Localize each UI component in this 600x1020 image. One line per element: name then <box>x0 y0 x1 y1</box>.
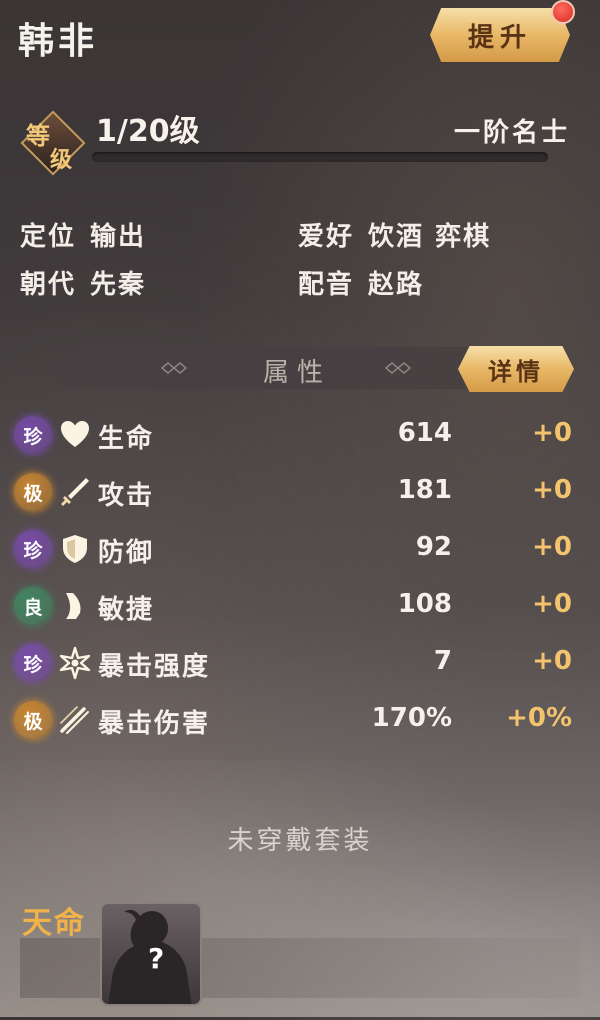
stat-row-crit-damage: 极 暴击伤害 170% +0% <box>0 695 600 745</box>
stat-label: 暴击强度 <box>98 652 211 682</box>
stat-value: 170% <box>371 703 452 733</box>
sword-icon <box>61 478 89 506</box>
stat-value: 108 <box>397 589 452 619</box>
info-role: 定位 输出 <box>20 216 146 253</box>
stat-row-crit-strength: 珍 暴击强度 7 +0 <box>0 638 600 688</box>
info-dynasty: 朝代 先秦 <box>20 264 146 301</box>
stat-bonus: +0 <box>532 532 572 562</box>
fate-slot[interactable]: ? <box>100 902 202 1006</box>
level-badge-char-1: 等 <box>26 121 50 150</box>
level-badge-char-2: 级 <box>50 147 73 173</box>
grade-badge: 珍 <box>14 644 52 682</box>
fate-label: 天命 <box>22 906 86 941</box>
grade-badge: 良 <box>14 587 52 625</box>
info-voice-value: 赵路 <box>368 270 425 300</box>
grade-badge: 珍 <box>14 530 52 568</box>
grade-badge: 珍 <box>14 416 52 454</box>
stat-value: 7 <box>433 646 452 676</box>
stat-bonus: +0 <box>532 646 572 676</box>
ornament-right-icon <box>384 362 412 374</box>
info-hobby-key: 爱好 <box>298 222 355 252</box>
notification-dot <box>551 0 575 24</box>
stat-row-attack: 极 攻击 181 +0 <box>0 467 600 517</box>
details-button[interactable]: 详情 <box>458 346 574 392</box>
stat-bonus: +0% <box>506 703 572 733</box>
stat-bonus: +0 <box>532 418 572 448</box>
info-role-value: 输出 <box>90 222 147 252</box>
stat-label: 防御 <box>98 538 155 568</box>
grade-badge: 极 <box>14 473 52 511</box>
stat-row-agility: 良 敏捷 108 +0 <box>0 581 600 631</box>
stat-label: 生命 <box>98 424 155 454</box>
info-dynasty-key: 朝代 <box>20 270 77 300</box>
upgrade-button[interactable]: 提升 <box>430 8 570 62</box>
character-name: 韩非 <box>18 21 99 62</box>
grade-badge: 极 <box>14 701 52 739</box>
no-suit-text: 未穿戴套装 <box>227 826 373 856</box>
ornament-left-icon <box>160 362 188 374</box>
info-hobby: 爱好 饮酒 弈棋 <box>298 216 491 253</box>
stat-bonus: +0 <box>532 475 572 505</box>
stat-value: 614 <box>397 418 452 448</box>
burst-icon <box>59 646 91 680</box>
stat-row-defense: 珍 防御 92 +0 <box>0 524 600 574</box>
stat-value: 181 <box>397 475 452 505</box>
stat-row-hp: 珍 生命 614 +0 <box>0 410 600 460</box>
info-voice-key: 配音 <box>298 270 355 300</box>
shield-icon <box>63 535 87 563</box>
attributes-title: 属性 <box>263 358 332 388</box>
heart-icon <box>61 421 89 447</box>
rank-title: 一阶名士 <box>453 118 570 148</box>
stat-bonus: +0 <box>532 589 572 619</box>
info-role-key: 定位 <box>20 222 77 252</box>
stat-label: 攻击 <box>98 481 155 511</box>
stat-label: 敏捷 <box>98 595 155 625</box>
stat-value: 92 <box>415 532 452 562</box>
stat-label: 暴击伤害 <box>98 709 211 739</box>
info-hobby-value: 饮酒 弈棋 <box>368 222 492 252</box>
unknown-mark: ? <box>148 942 165 975</box>
level-badge: 等 级 <box>20 110 86 176</box>
slash-icon <box>60 706 89 734</box>
info-voice: 配音 赵路 <box>298 264 424 301</box>
level-text: 1/20级 <box>96 114 200 149</box>
info-dynasty-value: 先秦 <box>90 270 147 300</box>
boot-icon <box>66 593 81 619</box>
level-progress-bar <box>92 152 548 162</box>
